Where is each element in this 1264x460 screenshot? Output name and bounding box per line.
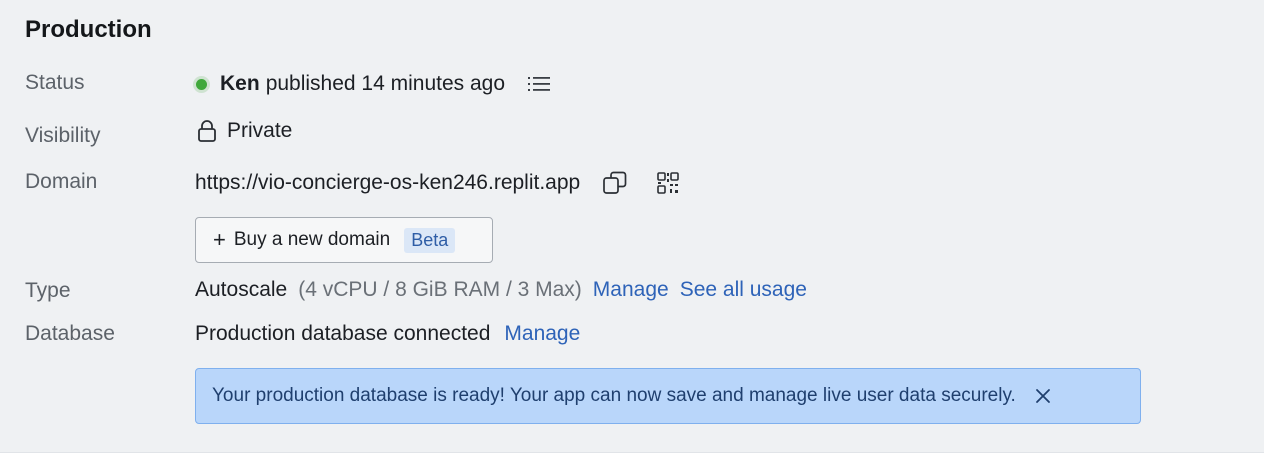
lock-icon — [197, 119, 217, 143]
database-manage-link[interactable]: Manage — [504, 322, 580, 346]
status-label: Status — [25, 71, 85, 94]
production-panel: Production Status Ken published 14 minut… — [0, 0, 1264, 453]
see-all-usage-link[interactable]: See all usage — [680, 278, 807, 302]
status-user: Ken — [220, 72, 260, 95]
beta-badge: Beta — [404, 227, 456, 253]
database-ready-banner: Your production database is ready! Your … — [195, 368, 1141, 424]
status-dot — [196, 78, 207, 90]
visibility-value: Private — [197, 119, 292, 143]
banner-text: Your production database is ready! Your … — [212, 385, 1016, 406]
type-value: Autoscale (4 vCPU / 8 GiB RAM / 3 Max) M… — [195, 278, 807, 302]
buy-domain-label: Buy a new domain — [233, 229, 391, 250]
status-value: Ken published 14 minutes ago — [194, 72, 551, 96]
database-value: Production database connected Manage — [195, 322, 580, 346]
qr-code-icon[interactable] — [656, 171, 680, 195]
type-manage-link[interactable]: Manage — [593, 278, 669, 302]
section-title: Production — [25, 16, 152, 43]
list-icon[interactable] — [527, 74, 551, 94]
plus-icon: + — [213, 227, 226, 252]
buy-domain-button[interactable]: + Buy a new domain Beta — [195, 217, 493, 263]
visibility-text: Private — [227, 119, 293, 142]
database-label: Database — [25, 322, 115, 345]
copy-icon[interactable] — [602, 170, 628, 196]
status-text: published 14 minutes ago — [265, 72, 506, 95]
type-label: Type — [25, 279, 71, 302]
domain-value: https://vio-concierge-os-ken246.replit.a… — [195, 170, 680, 196]
type-detail: (4 vCPU / 8 GiB RAM / 3 Max) — [298, 278, 582, 301]
type-text: Autoscale — [195, 278, 288, 301]
domain-url[interactable]: https://vio-concierge-os-ken246.replit.a… — [195, 171, 580, 195]
close-icon[interactable] — [1034, 387, 1052, 405]
domain-label: Domain — [25, 170, 98, 193]
database-text: Production database connected — [195, 322, 491, 345]
visibility-label: Visibility — [25, 124, 101, 147]
